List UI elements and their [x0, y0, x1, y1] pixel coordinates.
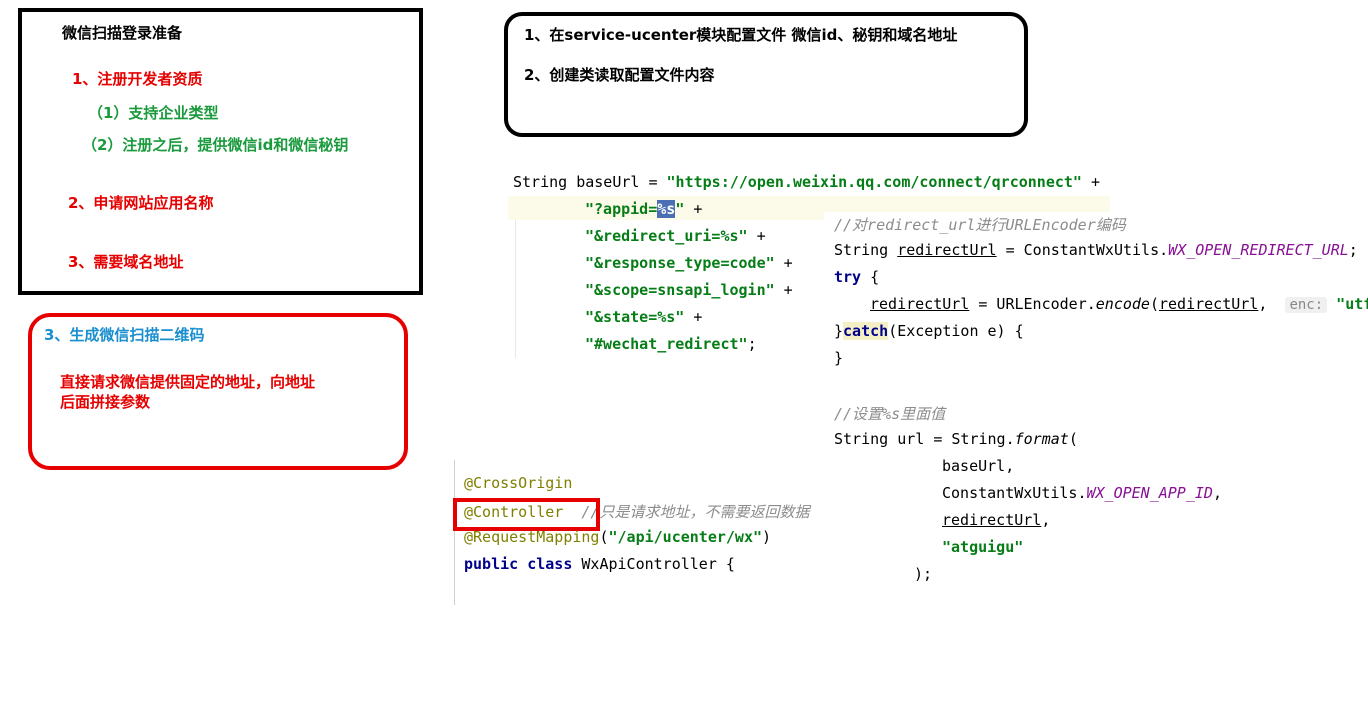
code-format-arg-redirect: redirectUrl,: [942, 511, 1050, 529]
code-catch-line: }catch(Exception e) {: [834, 322, 1024, 340]
code-format-arg-state: "atguigu": [942, 538, 1023, 556]
qrcode-title: 3、生成微信扫描二维码: [44, 324, 204, 345]
step-apply-app-name: 2、申请网站应用名称: [68, 192, 213, 213]
step-domain: 3、需要域名地址: [68, 251, 183, 272]
qrcode-desc-1: 直接请求微信提供固定的地址，向地址: [60, 371, 315, 392]
code-baseurl-line-6: "&state=%s" +: [585, 308, 702, 326]
code-close-brace: }: [834, 349, 843, 367]
selected-placeholder: %s: [657, 200, 675, 218]
code-try-line: try {: [834, 268, 879, 286]
step-register-developer: 1、注册开发者资质: [72, 68, 202, 89]
code-redirect-line: String redirectUrl = ConstantWxUtils.WX_…: [834, 241, 1358, 259]
code-baseurl-line-7: "#wechat_redirect";: [585, 335, 757, 353]
code-baseurl-line-3: "&redirect_uri=%s" +: [585, 227, 766, 245]
substep-enterprise: （1）支持企业类型: [88, 102, 218, 123]
code-requestmapping-line: @RequestMapping("/api/ucenter/wx"): [464, 528, 771, 546]
config-line-1: 1、在service-ucenter模块配置文件 微信id、秘钥和域名地址: [524, 24, 957, 45]
code-gutter-line: [515, 196, 516, 358]
code-encode-line: redirectUrl = URLEncoder.encode(redirect…: [870, 295, 1368, 313]
code-baseurl-line-1: String baseUrl = "https://open.weixin.qq…: [513, 173, 1100, 191]
code-class-line: public class WxApiController {: [464, 555, 735, 573]
code-format-line: String url = String.format(: [834, 430, 1078, 448]
code2-panel: [824, 212, 1368, 370]
config-line-2: 2、创建类读取配置文件内容: [524, 64, 714, 85]
code-comment-format: //设置%s里面值: [834, 403, 945, 424]
qrcode-desc-2: 后面拼接参数: [60, 391, 150, 412]
code-baseurl-line-4: "&response_type=code" +: [585, 254, 793, 272]
param-hint: enc:: [1285, 297, 1327, 313]
code-format-arg-baseurl: baseUrl,: [942, 457, 1014, 475]
preparation-title: 微信扫描登录准备: [62, 22, 182, 43]
code-crossorigin: @CrossOrigin: [464, 474, 572, 492]
code-baseurl-line-2: "?appid=%s" +: [585, 200, 702, 218]
code-format-close: );: [914, 565, 932, 583]
code-baseurl-line-5: "&scope=snsapi_login" +: [585, 281, 793, 299]
code-comment-encode: //对redirect_url进行URLEncoder编码: [834, 214, 1126, 235]
code3-gutter: [454, 460, 455, 605]
controller-highlight-box: [453, 498, 600, 531]
substep-wechat-id: （2）注册之后，提供微信id和微信秘钥: [82, 134, 348, 155]
code-format-arg-appid: ConstantWxUtils.WX_OPEN_APP_ID,: [942, 484, 1222, 502]
